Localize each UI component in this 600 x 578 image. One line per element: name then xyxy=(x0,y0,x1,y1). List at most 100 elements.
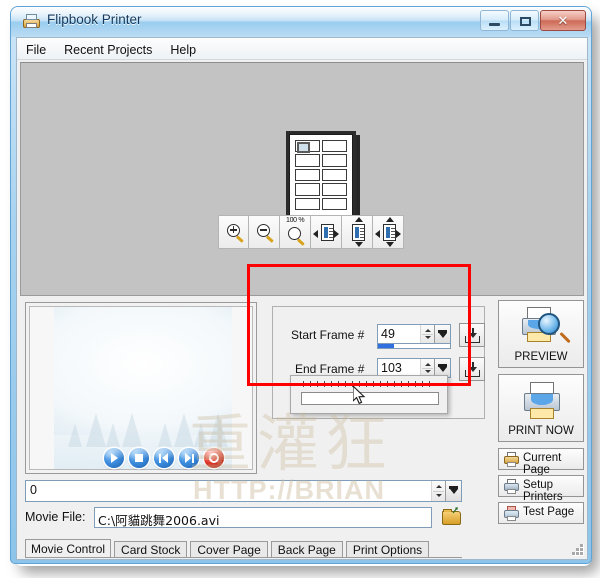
flipbook-cell[interactable] xyxy=(295,154,320,167)
current-page-button-label: Current Page xyxy=(523,452,562,476)
frame-position-dropdown[interactable] xyxy=(445,481,461,501)
close-button[interactable]: ✕ xyxy=(540,10,586,31)
start-frame-stepper[interactable] xyxy=(420,325,434,343)
movie-file-input[interactable]: C:\阿貓跳舞2006.avi xyxy=(94,507,432,528)
previous-icon xyxy=(154,448,174,468)
fit-page-icon xyxy=(383,224,396,241)
previous-button[interactable] xyxy=(154,448,174,468)
print-now-button-label: PRINT NOW xyxy=(508,425,574,437)
fit-page-button[interactable] xyxy=(373,215,404,249)
set-end-frame-button[interactable] xyxy=(459,357,485,381)
start-frame-value: 49 xyxy=(381,327,395,341)
frame-position-value: 0 xyxy=(30,483,37,497)
play-icon xyxy=(104,448,124,468)
start-frame-progress xyxy=(377,344,451,349)
preview-button[interactable]: PREVIEW xyxy=(498,300,584,368)
test-page-button-label: Test Page xyxy=(523,506,575,518)
end-frame-label: End Frame # xyxy=(295,362,365,376)
stop-button[interactable] xyxy=(129,448,149,468)
playback-controls xyxy=(104,448,224,470)
page-preview-canvas[interactable]: 100 % xyxy=(20,62,584,296)
print-now-button[interactable]: PRINT NOW xyxy=(498,374,584,442)
zoom-toolbar: 100 % xyxy=(218,215,404,249)
flipbook-cell[interactable] xyxy=(295,140,320,153)
screen: Flipbook Printer ✕ File Recent Projects … xyxy=(0,0,600,578)
slider-ticks xyxy=(303,381,437,387)
flipbook-cell[interactable] xyxy=(322,154,347,167)
record-button[interactable] xyxy=(204,448,224,468)
start-frame-progress-fill xyxy=(378,344,394,348)
page-thumbnail[interactable] xyxy=(286,131,356,219)
application-window: Flipbook Printer ✕ File Recent Projects … xyxy=(10,6,592,564)
tab-movie-control[interactable]: Movie Control xyxy=(25,539,112,558)
maximize-icon xyxy=(520,17,531,26)
flipbook-cell-grid xyxy=(294,139,348,211)
flipbook-cell[interactable] xyxy=(322,168,347,182)
zoom-in-button[interactable] xyxy=(218,215,249,249)
movie-file-label: Movie File: xyxy=(25,510,86,524)
movie-file-row: Movie File: C:\阿貓跳舞2006.avi xyxy=(25,507,462,529)
frame-position-input[interactable]: 0 xyxy=(25,480,462,502)
action-button-column: PREVIEW PRINT NOW Current Page Setup Pri… xyxy=(498,300,584,529)
stop-icon xyxy=(129,448,149,468)
bottom-tabs: Movie Control Card Stock Cover Page Back… xyxy=(25,539,432,558)
play-button[interactable] xyxy=(104,448,124,468)
flipbook-cell[interactable] xyxy=(322,183,347,196)
printer-small-icon xyxy=(503,452,520,468)
start-frame-label: Start Frame # xyxy=(291,328,365,342)
page-sheet xyxy=(289,134,353,216)
printer-preview-icon xyxy=(519,307,571,347)
close-icon: ✕ xyxy=(557,13,569,28)
flipbook-cell[interactable] xyxy=(295,197,320,210)
title-bar[interactable]: Flipbook Printer ✕ xyxy=(11,7,591,37)
start-frame-input[interactable]: 49 xyxy=(377,324,451,344)
frame-position-stepper[interactable] xyxy=(431,481,445,501)
printer-setup-icon xyxy=(503,479,520,495)
menu-bar: File Recent Projects Help xyxy=(17,38,587,60)
flipbook-cell[interactable] xyxy=(295,168,320,182)
test-page-button[interactable]: Test Page xyxy=(498,502,584,524)
open-folder-icon xyxy=(442,507,461,525)
minimize-icon xyxy=(489,23,500,26)
printer-test-icon xyxy=(503,506,520,522)
record-icon xyxy=(204,448,224,468)
browse-file-button[interactable] xyxy=(439,507,466,529)
slider-track[interactable] xyxy=(301,392,439,405)
fit-height-button[interactable] xyxy=(342,215,373,249)
menu-item-recent-projects[interactable]: Recent Projects xyxy=(55,38,161,59)
flipbook-cell[interactable] xyxy=(322,197,347,210)
tab-card-stock[interactable]: Card Stock xyxy=(114,541,188,558)
frame-slider-popup[interactable] xyxy=(290,375,448,414)
next-button[interactable] xyxy=(179,448,199,468)
printer-icon xyxy=(521,382,565,422)
snow-scene xyxy=(54,307,232,469)
tab-cover-page[interactable]: Cover Page xyxy=(190,541,268,558)
zoom-out-button[interactable] xyxy=(249,215,280,249)
resize-grip[interactable] xyxy=(570,542,584,556)
current-page-button[interactable]: Current Page xyxy=(498,448,584,476)
maximize-button[interactable] xyxy=(510,10,539,31)
tab-print-options[interactable]: Print Options xyxy=(345,541,430,558)
printer-icon xyxy=(23,14,40,30)
set-start-frame-button[interactable] xyxy=(459,323,485,347)
mouse-cursor xyxy=(353,386,366,405)
movie-frame-image xyxy=(29,306,253,470)
setup-printers-button-label: Setup Printers xyxy=(523,479,563,503)
zoom-100-percent-button[interactable]: 100 % xyxy=(280,215,311,249)
lower-work-area: Start Frame # 49 End Frame # 103 0 Movie… xyxy=(20,298,584,558)
window-title: Flipbook Printer xyxy=(47,12,142,27)
start-frame-dropdown[interactable] xyxy=(434,325,450,343)
menu-item-help[interactable]: Help xyxy=(161,38,205,59)
minimize-button[interactable] xyxy=(480,10,509,31)
setup-printers-button[interactable]: Setup Printers xyxy=(498,475,584,503)
client-area: File Recent Projects Help 100 % Start Fr… xyxy=(16,37,588,560)
menu-item-file[interactable]: File xyxy=(17,38,55,59)
fit-width-button[interactable] xyxy=(311,215,342,249)
zoom-100-percent-label: 100 % xyxy=(286,217,305,224)
tab-back-page[interactable]: Back Page xyxy=(270,541,343,558)
fit-width-icon xyxy=(321,224,334,241)
selected-frame-cell xyxy=(297,142,310,153)
flipbook-cell[interactable] xyxy=(295,183,320,196)
next-icon xyxy=(179,448,199,468)
flipbook-cell[interactable] xyxy=(322,140,347,153)
